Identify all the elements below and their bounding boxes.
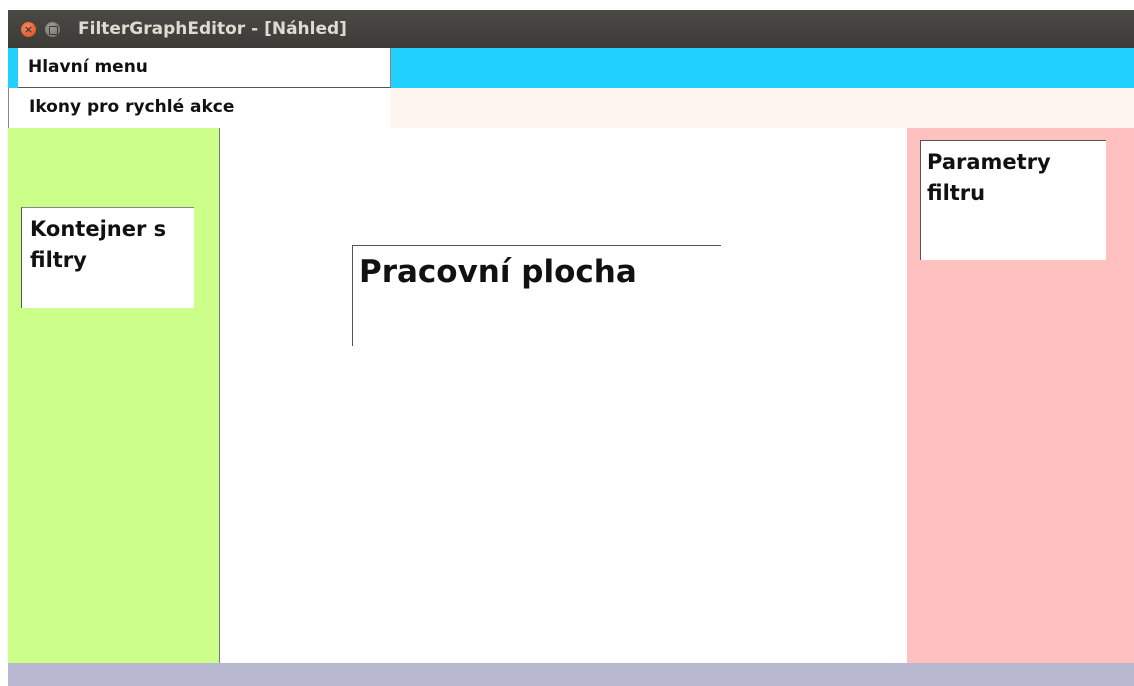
minimize-window-button[interactable] (45, 22, 60, 37)
window-title: FilterGraphEditor - [Náhled] (78, 19, 347, 39)
workspace-canvas[interactable]: Pracovní plocha (220, 128, 907, 663)
filter-parameters-label: Parametry filtru (920, 140, 1106, 260)
main-menu-bar: Hlavní menu (8, 48, 1134, 88)
main-menu-label[interactable]: Hlavní menu (18, 48, 391, 88)
filter-parameters-panel: Parametry filtru (907, 128, 1134, 663)
title-bar[interactable]: × FilterGraphEditor - [Náhled] (8, 10, 1134, 48)
filter-container-panel: Kontejner s filtry (8, 128, 220, 663)
filter-container-label: Kontejner s filtry (21, 207, 194, 308)
quick-actions-label[interactable]: Ikony pro rychlé akce (8, 88, 391, 128)
app-window: × FilterGraphEditor - [Náhled] Hlavní me… (8, 10, 1134, 686)
close-window-button[interactable]: × (21, 22, 36, 37)
workspace-label: Pracovní plocha (352, 245, 721, 346)
close-icon: × (23, 23, 34, 36)
status-bar (8, 663, 1134, 686)
quick-actions-toolbar: Ikony pro rychlé akce (8, 88, 1134, 128)
